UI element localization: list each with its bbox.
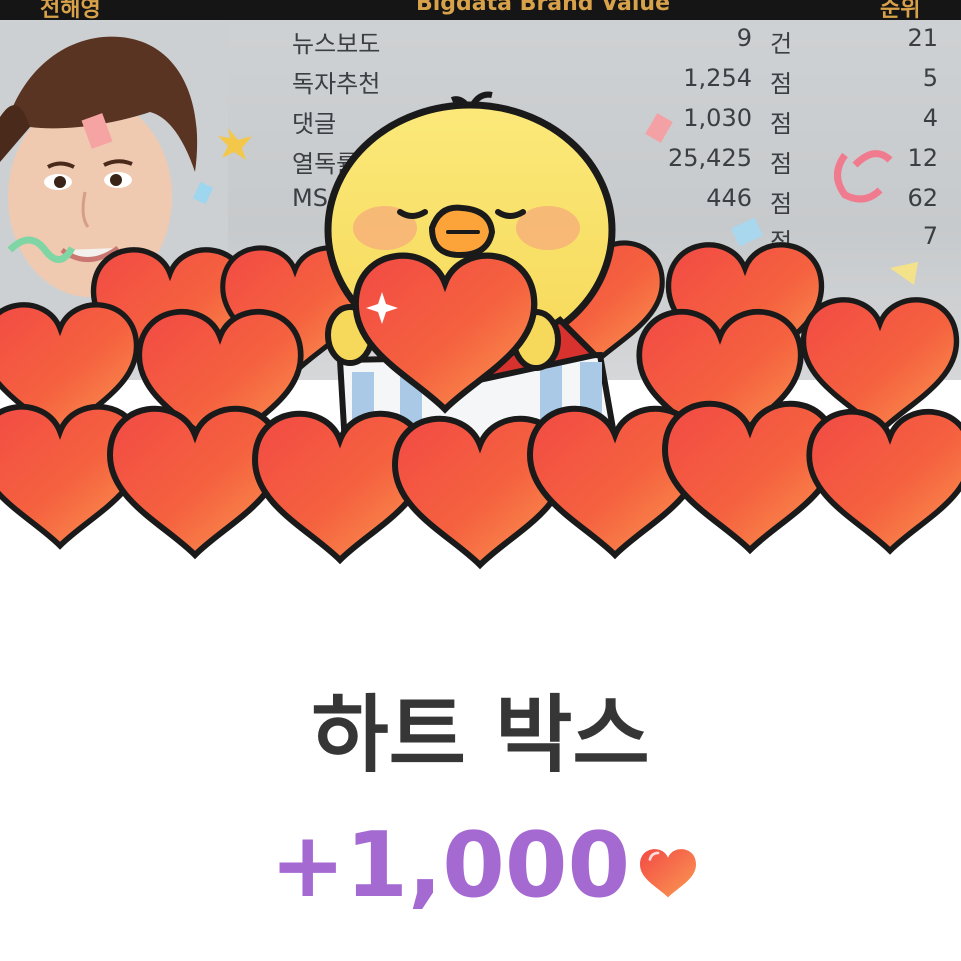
reward-amount-value: +1,000 xyxy=(270,813,631,918)
heart-box-animation: 전해영 Bigdata Brand Value 순위 뉴스보도 9 건 21 독… xyxy=(0,0,961,580)
heart-icon xyxy=(640,849,697,898)
heart-pile-illustration xyxy=(0,91,961,580)
reward-amount: +1,000 xyxy=(270,816,698,916)
reward-title: 하트 박스 xyxy=(311,686,650,784)
